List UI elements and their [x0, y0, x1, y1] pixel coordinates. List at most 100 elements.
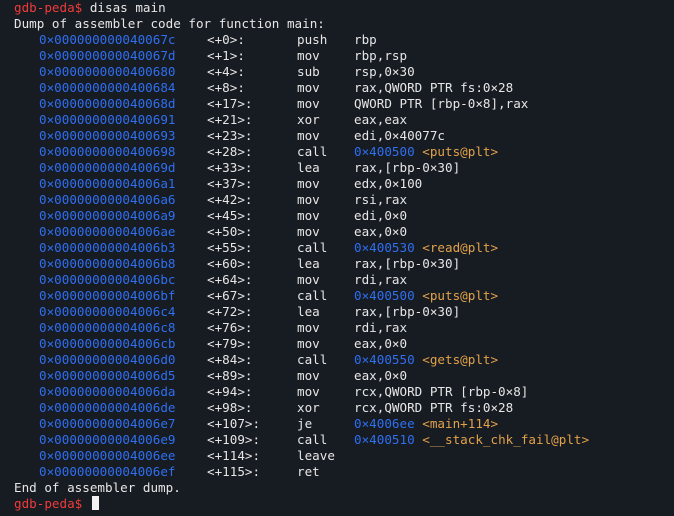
asm-address: 0×00000000004006a6 [39, 192, 176, 207]
asm-offset: <+109>: [207, 432, 261, 447]
asm-operands: rax,[rbp-0×30] [354, 256, 461, 271]
asm-mnemonic: ret [297, 464, 320, 479]
asm-row: 0×00000000004006b3 <+55>: call 0×400530 <re… [0, 240, 674, 256]
asm-row: 0×00000000004006c8 <+76>: mov rdi,rax [0, 320, 674, 336]
asm-row: 0×00000000004006bc <+64>: mov rdi,rax [0, 272, 674, 288]
asm-address: 0×00000000004006a1 [39, 176, 176, 191]
asm-mnemonic: call [297, 240, 328, 255]
asm-row: 0×000000000040067d <+1>: mov rbp,rsp [0, 48, 674, 64]
asm-address: 0×00000000004006de [39, 400, 176, 415]
asm-mnemonic: mov [297, 208, 320, 223]
asm-row: 0×00000000004006b8 <+60>: lea rax,[rbp-0×30… [0, 256, 674, 272]
asm-address: 0×000000000040067c [39, 32, 176, 47]
asm-row: 0×00000000004006da <+94>: mov rcx,QWORD PTR… [0, 384, 674, 400]
asm-row: 0×0000000000400693 <+23>: mov edi,0×40077c [0, 128, 674, 144]
asm-address: 0×00000000004006ee [39, 448, 176, 463]
asm-symbol: <read@plt> [422, 240, 499, 255]
asm-address: 0×000000000040067d [39, 48, 176, 63]
asm-row: 0×00000000004006ef <+115>: ret [0, 464, 674, 480]
asm-address: 0×0000000000400698 [39, 144, 176, 159]
asm-offset: <+23>: [207, 128, 253, 143]
asm-offset: <+33>: [207, 160, 253, 175]
asm-row: 0×00000000004006d5 <+89>: mov eax,0×0 [0, 368, 674, 384]
asm-row: 0×0000000000400691 <+21>: xor eax,eax [0, 112, 674, 128]
asm-operands: rax,[rbp-0×30] [354, 160, 461, 175]
asm-operands: eax,0×0 [354, 224, 408, 239]
asm-operands: rbp [354, 32, 377, 47]
asm-symbol: <puts@plt> [422, 144, 499, 159]
asm-mnemonic: mov [297, 192, 320, 207]
asm-address: 0×00000000004006a9 [39, 208, 176, 223]
asm-address: 0×00000000004006c8 [39, 320, 176, 335]
asm-row: 0×00000000004006a6 <+42>: mov rsi,rax [0, 192, 674, 208]
asm-mnemonic: push [297, 32, 328, 47]
asm-offset: <+42>: [207, 192, 253, 207]
asm-offset: <+55>: [207, 240, 253, 255]
asm-row: 0×00000000004006e9 <+109>: call 0×400510 <_… [0, 432, 674, 448]
asm-offset: <+98>: [207, 400, 253, 415]
asm-mnemonic: mov [297, 224, 320, 239]
asm-offset: <+94>: [207, 384, 253, 399]
asm-target-address: 0×400500 [354, 288, 415, 303]
asm-row: 0×00000000004006cb <+79>: mov eax,0×0 [0, 336, 674, 352]
asm-mnemonic: je [297, 416, 313, 431]
asm-row: 0×00000000004006c4 <+72>: lea rax,[rbp-0×30… [0, 304, 674, 320]
asm-mnemonic: xor [297, 400, 320, 415]
asm-row: 0×00000000004006ee <+114>: leave [0, 448, 674, 464]
text-cursor [91, 496, 99, 510]
asm-operands: eax,0×0 [354, 368, 408, 383]
asm-mnemonic: call [297, 352, 328, 367]
asm-row: 0×00000000004006a1 <+37>: mov edx,0×100 [0, 176, 674, 192]
asm-address: 0×00000000004006d5 [39, 368, 176, 383]
asm-address: 0×00000000004006b8 [39, 256, 176, 271]
terminal-window[interactable]: gdb-peda$ disas main Dump of assembler c… [0, 0, 674, 516]
asm-row: 0×000000000040067c <+0>: push rbp [0, 32, 674, 48]
asm-mnemonic: xor [297, 112, 320, 127]
asm-operands: eax,0×0 [354, 336, 408, 351]
asm-address: 0×00000000004006ae [39, 224, 176, 239]
asm-target-address: 0×400500 [354, 144, 415, 159]
asm-offset: <+28>: [207, 144, 253, 159]
asm-symbol: <__stack_chk_fail@plt> [422, 432, 590, 447]
asm-row: 0×00000000004006de <+98>: xor rcx,QWORD PTR… [0, 400, 674, 416]
asm-operands: edi,0×40077c [354, 128, 445, 143]
asm-row: 0×00000000004006a9 <+45>: mov edi,0×0 [0, 208, 674, 224]
asm-address: 0×00000000004006ef [39, 464, 176, 479]
asm-address: 0×00000000004006bf [39, 288, 176, 303]
asm-offset: <+67>: [207, 288, 253, 303]
disassembly-listing: 0×000000000040067c <+0>: push rbp 0×00000000… [0, 32, 674, 480]
asm-operands: rcx,QWORD PTR [rbp-0×8] [354, 384, 529, 399]
asm-address: 0×00000000004006d0 [39, 352, 176, 367]
asm-row: 0×000000000040069d <+33>: lea rax,[rbp-0×30… [0, 160, 674, 176]
asm-mnemonic: mov [297, 176, 320, 191]
asm-target-address: 0×400510 [354, 432, 415, 447]
asm-operands: QWORD PTR [rbp-0×8],rax [354, 96, 529, 111]
asm-offset: <+4>: [207, 64, 245, 79]
asm-mnemonic: call [297, 288, 328, 303]
asm-offset: <+37>: [207, 176, 253, 191]
asm-mnemonic: call [297, 432, 328, 447]
asm-address: 0×0000000000400684 [39, 80, 176, 95]
asm-mnemonic: mov [297, 80, 320, 95]
asm-offset: <+72>: [207, 304, 253, 319]
asm-mnemonic: mov [297, 128, 320, 143]
asm-address: 0×00000000004006b3 [39, 240, 176, 255]
asm-offset: <+0>: [207, 32, 245, 47]
asm-mnemonic: mov [297, 384, 320, 399]
asm-offset: <+115>: [207, 464, 261, 479]
asm-address: 0×000000000040069d [39, 160, 176, 175]
input-line[interactable]: gdb-peda$ [0, 496, 674, 512]
asm-address: 0×00000000004006c4 [39, 304, 176, 319]
asm-mnemonic: mov [297, 368, 320, 383]
asm-offset: <+1>: [207, 48, 245, 63]
asm-offset: <+84>: [207, 352, 253, 367]
asm-mnemonic: lea [297, 304, 320, 319]
asm-target-address: 0×400530 [354, 240, 415, 255]
asm-operands: rsi,rax [354, 192, 408, 207]
asm-symbol: <gets@plt> [422, 352, 499, 367]
asm-mnemonic: leave [297, 448, 335, 463]
asm-row: 0×00000000004006d0 <+84>: call 0×400550 <ge… [0, 352, 674, 368]
asm-operands: rcx,QWORD PTR fs:0×28 [354, 400, 514, 415]
asm-mnemonic: lea [297, 256, 320, 271]
asm-target-address: 0×4006ee [354, 416, 415, 431]
